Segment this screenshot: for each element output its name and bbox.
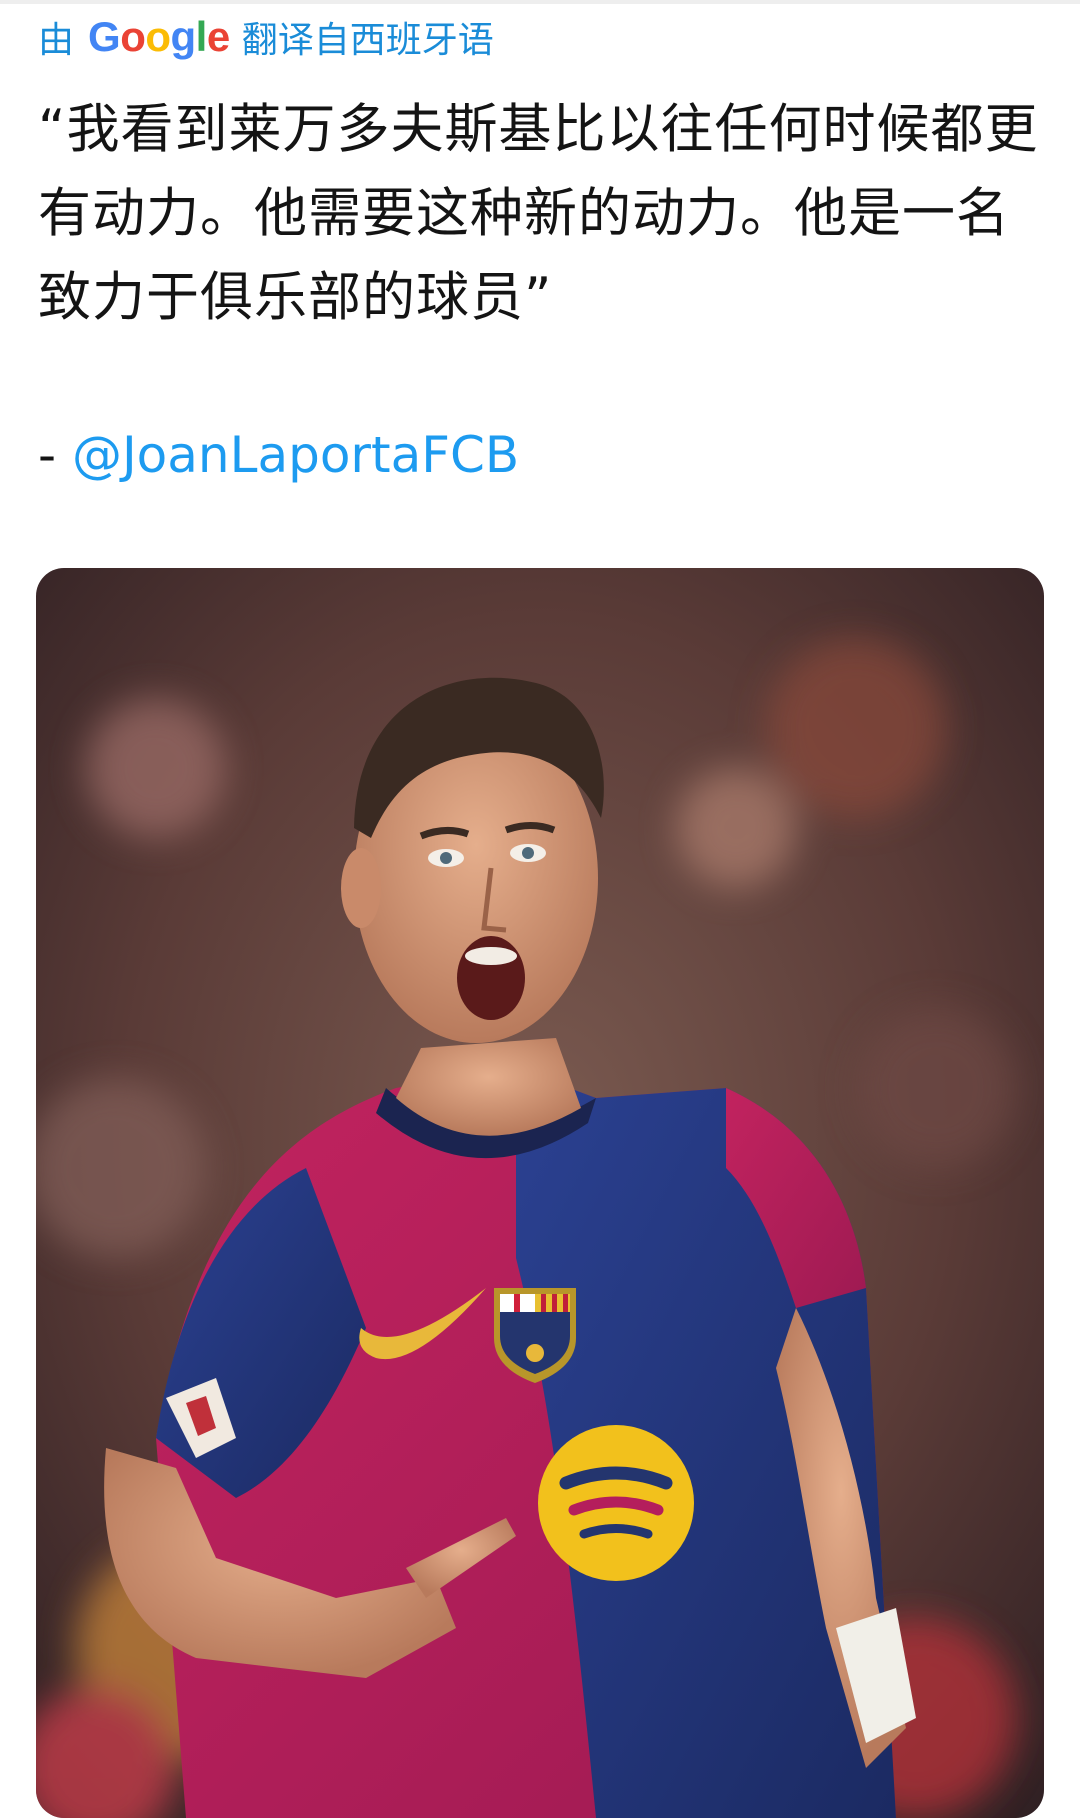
google-logo-letter: l	[195, 13, 208, 60]
attribution-dash: -	[38, 426, 72, 484]
post-image[interactable]	[36, 568, 1044, 1818]
translated-by-label: 由	[38, 20, 75, 61]
google-logo-letter: g	[170, 13, 197, 60]
player-photo	[36, 568, 1044, 1818]
post-quote-text: “我看到莱万多夫斯基比以往任何时候都更有动力。他需要这种新的动力。他是一名致力于…	[38, 99, 1039, 328]
author-handle-link[interactable]: @JoanLaportaFCB	[72, 426, 519, 484]
google-logo-letter: o	[120, 13, 146, 60]
google-logo-letter: G	[88, 13, 121, 60]
google-logo-letter: o	[145, 13, 171, 60]
translation-attribution[interactable]: 由 Google 翻译自西班牙语	[38, 12, 494, 62]
google-logo: Google	[88, 13, 230, 61]
translated-from-label: 翻译自西班牙语	[241, 20, 494, 61]
post-attribution: - @JoanLaportaFCB	[38, 420, 519, 490]
google-logo-letter: e	[206, 13, 230, 60]
top-divider	[0, 0, 1080, 4]
